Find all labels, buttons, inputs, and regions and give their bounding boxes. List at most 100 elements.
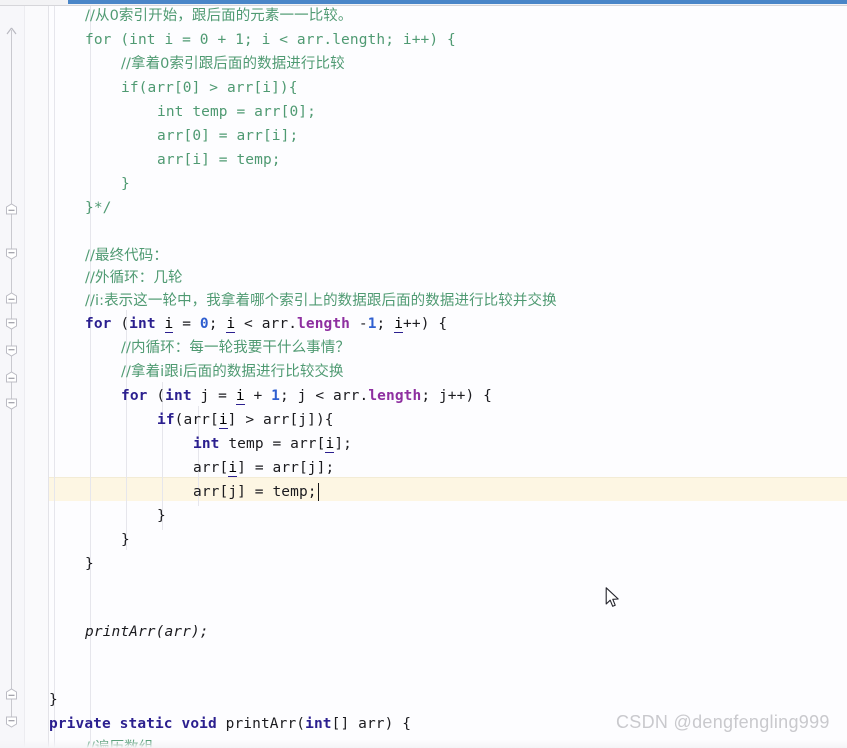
- code-line[interactable]: //最终代码：: [49, 244, 168, 268]
- code-token-plain: printArr(: [216, 716, 306, 732]
- code-token-plain: }: [85, 556, 94, 572]
- code-token-var-u: i: [394, 316, 404, 333]
- code-token-plain: ];: [334, 436, 352, 452]
- code-line[interactable]: for (int j = i + 1; j < arr.length; j++)…: [49, 384, 492, 408]
- code-token-plain: (arr[: [174, 412, 219, 428]
- fold-expand-icon[interactable]: [4, 247, 19, 260]
- code-token-kw: if: [157, 412, 175, 428]
- code-line[interactable]: int temp = arr[0];: [49, 100, 316, 124]
- code-token-cmt: if(arr[0] > arr[i]){: [121, 80, 298, 96]
- fold-expand-icon[interactable]: [4, 715, 19, 728]
- code-token-kw: int: [165, 388, 192, 404]
- code-token-num: 1: [271, 388, 281, 404]
- code-line[interactable]: //i:表示这一轮中，我拿着哪个索引上的数据跟后面的数据进行比较并交换: [49, 289, 557, 313]
- code-token-kw: for: [121, 388, 148, 404]
- code-line[interactable]: arr[i] = temp;: [49, 148, 281, 172]
- code-token-plain: [] arr) {: [331, 716, 412, 732]
- code-token-plain: -: [350, 316, 368, 332]
- code-line[interactable]: arr[j] = temp;: [49, 480, 317, 504]
- code-token-plain: ; j++) {: [421, 388, 492, 404]
- code-line[interactable]: int temp = arr[i];: [49, 432, 352, 456]
- code-token-cmt: arr[i] = temp;: [157, 152, 281, 168]
- code-line[interactable]: //外循环：几轮: [49, 266, 183, 290]
- editor-top-chrome-strip: [0, 0, 847, 6]
- code-line[interactable]: //拿着0索引跟后面的数据进行比较: [49, 52, 345, 76]
- code-line[interactable]: }: [49, 528, 130, 552]
- code-line[interactable]: //拿着i跟i后面的数据进行比较交换: [49, 360, 344, 384]
- code-line[interactable]: arr[i] = arr[j];: [49, 456, 334, 480]
- code-token-kw: int: [129, 316, 156, 332]
- code-token-cmtz: //拿着i跟i后面的数据进行比较交换: [121, 364, 344, 380]
- active-tab-accent-bar: [68, 0, 847, 4]
- gutter-annotation-area[interactable]: [24, 5, 48, 748]
- code-token-fld: length: [368, 388, 422, 404]
- code-line[interactable]: }*/: [49, 196, 112, 220]
- code-token-plain: < arr.: [235, 316, 298, 332]
- code-token-cmtz: //拿着0索引跟后面的数据进行比较: [121, 56, 345, 72]
- code-token-plain: ] = arr[j];: [237, 460, 335, 476]
- bottom-edge-fade: [0, 740, 847, 748]
- code-line[interactable]: }: [49, 504, 166, 528]
- fold-collapse-icon[interactable]: [4, 292, 19, 305]
- code-token-plain: }: [157, 508, 166, 524]
- code-token-var-u: i: [226, 316, 236, 333]
- code-line[interactable]: arr[0] = arr[i];: [49, 124, 298, 148]
- fold-collapse-icon[interactable]: [4, 371, 19, 384]
- code-token-kw: void: [181, 716, 217, 732]
- code-token-cmtz: //i:表示这一轮中，我拿着哪个索引上的数据跟后面的数据进行比较并交换: [85, 293, 557, 309]
- fold-expand-icon[interactable]: [4, 344, 19, 357]
- code-token-num: 0: [199, 316, 209, 332]
- code-token-cmtz: //从0索引开始，跟后面的元素一一比较。: [85, 8, 353, 24]
- code-token-plain: +: [244, 388, 272, 404]
- code-line[interactable]: for (int i = 0 + 1; i < arr.length; i++)…: [49, 28, 456, 52]
- code-token-var-u: i: [228, 460, 238, 477]
- code-token-plain: }: [121, 532, 130, 548]
- code-line[interactable]: [49, 220, 85, 244]
- code-token-mtd: printArr: [85, 624, 156, 640]
- fold-top-arrow-icon[interactable]: [4, 26, 19, 39]
- fold-expand-icon[interactable]: [4, 397, 19, 410]
- code-token-cmt: arr[0] = arr[i];: [157, 128, 299, 144]
- fold-collapse-icon[interactable]: [4, 203, 19, 216]
- fold-expand-icon[interactable]: [4, 317, 19, 330]
- code-token-plain: temp = arr[: [219, 436, 326, 452]
- code-line[interactable]: for (int i = 0; i < arr.length -1; i++) …: [49, 312, 447, 336]
- code-token-cmtz: //外循环：几轮: [85, 270, 183, 286]
- code-line[interactable]: if(arr[0] > arr[i]){: [49, 76, 298, 100]
- code-token-plain: ; j < arr.: [280, 388, 369, 404]
- code-token-var-u: i: [325, 436, 335, 453]
- code-token-plain: j =: [191, 388, 236, 404]
- code-line[interactable]: if(arr[i] > arr[j]){: [49, 408, 334, 432]
- code-token-fld: length: [297, 316, 351, 332]
- code-token-cmtz: //内循环：每一轮我要干什么事情？: [121, 340, 350, 356]
- code-token-num: 1: [367, 316, 377, 332]
- code-token-kw: private: [49, 716, 111, 732]
- code-token-var-u: i: [218, 412, 228, 429]
- code-line[interactable]: private static void printArr(int[] arr) …: [49, 712, 411, 736]
- code-line[interactable]: [49, 576, 85, 600]
- ide-code-editor-window: //从0索引开始，跟后面的元素一一比较。 for (int i = 0 + 1; …: [0, 0, 847, 748]
- code-line[interactable]: //内循环：每一轮我要干什么事情？: [49, 336, 350, 360]
- code-token-plain: arr[j] = temp;: [193, 484, 317, 500]
- code-token-kw: static: [119, 716, 173, 732]
- code-token-kw: for: [85, 316, 112, 332]
- code-line[interactable]: //从0索引开始，跟后面的元素一一比较。: [49, 4, 353, 28]
- csdn-watermark: CSDN @dengfengling999: [616, 712, 830, 732]
- fold-collapse-icon[interactable]: [4, 688, 19, 701]
- code-line[interactable]: }: [49, 172, 130, 196]
- code-token-plain: =: [173, 316, 200, 332]
- code-token-plain: ;: [208, 316, 227, 332]
- code-line[interactable]: }: [49, 688, 58, 712]
- code-token-plain: ;: [376, 316, 395, 332]
- code-line[interactable]: }: [49, 552, 94, 576]
- code-line[interactable]: printArr(arr);: [49, 620, 209, 644]
- code-token-cmt: int temp = arr[0];: [157, 104, 316, 120]
- code-token-plain: arr[: [193, 460, 229, 476]
- code-token-plain: ++) {: [403, 316, 448, 332]
- code-token-mtd: (arr);: [155, 624, 209, 640]
- code-token-cmt: }: [121, 176, 130, 192]
- text-caret: [317, 483, 320, 501]
- code-line[interactable]: [49, 644, 85, 668]
